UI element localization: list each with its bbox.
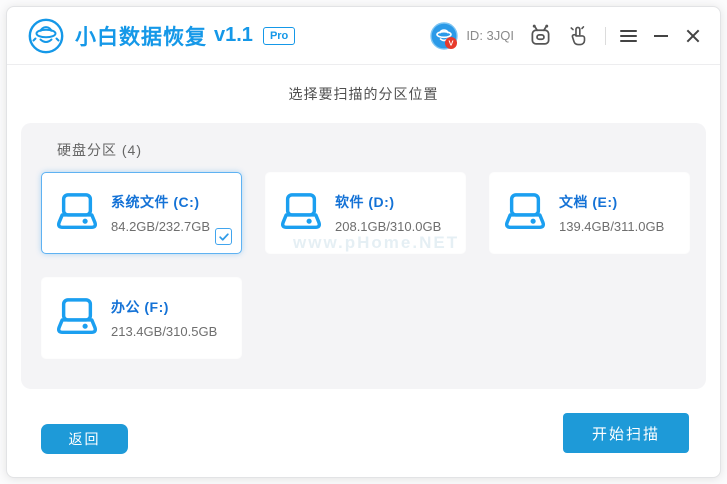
close-icon[interactable] xyxy=(686,29,700,43)
partition-card-d[interactable]: 软件 (D:) 208.1GB/310.0GB xyxy=(265,172,466,254)
app-title: 小白数据恢复 xyxy=(75,21,207,51)
titlebar-actions: V ID: 3JQI xyxy=(430,22,700,50)
hard-drive-icon xyxy=(55,297,99,339)
partition-size: 208.1GB/310.0GB xyxy=(335,219,441,234)
back-button[interactable]: 返回 xyxy=(41,424,128,454)
panel-title: 硬盘分区 (4) xyxy=(57,140,142,160)
avatar-robot-icon: V xyxy=(430,22,458,50)
app-logo-icon xyxy=(27,17,65,55)
user-id-label: ID: 3JQI xyxy=(466,28,514,43)
partition-checkbox[interactable] xyxy=(215,228,232,245)
partition-card-c[interactable]: 系统文件 (C:) 84.2GB/232.7GB xyxy=(41,172,242,254)
robot-assistant-icon[interactable] xyxy=(528,23,553,48)
partition-size: 139.4GB/311.0GB xyxy=(559,219,664,234)
partition-name: 系统文件 (C:) xyxy=(111,192,210,212)
hard-drive-icon xyxy=(503,192,547,234)
start-scan-button[interactable]: 开始扫描 xyxy=(563,413,689,453)
partition-name: 软件 (D:) xyxy=(335,192,441,212)
touch-hand-icon[interactable] xyxy=(566,24,589,47)
page-title: 选择要扫描的分区位置 xyxy=(7,84,720,104)
partitions-panel: 硬盘分区 (4) 系统文件 (C:) 84.2GB/232.7GB xyxy=(21,123,706,389)
titlebar: 小白数据恢复 v1.1 Pro V ID: 3JQI xyxy=(7,7,720,65)
partition-card-e[interactable]: 文档 (E:) 139.4GB/311.0GB xyxy=(489,172,690,254)
screen: 小白数据恢复 v1.1 Pro V ID: 3JQI xyxy=(0,0,727,484)
partition-name: 办公 (F:) xyxy=(111,297,217,317)
app-window: 小白数据恢复 v1.1 Pro V ID: 3JQI xyxy=(6,6,721,478)
app-version: v1.1 xyxy=(214,24,253,47)
partition-name: 文档 (E:) xyxy=(559,192,664,212)
hard-drive-icon xyxy=(55,192,99,234)
menu-icon[interactable] xyxy=(620,27,637,45)
hard-drive-icon xyxy=(279,192,323,234)
partition-card-f[interactable]: 办公 (F:) 213.4GB/310.5GB xyxy=(41,277,242,359)
minimize-icon[interactable] xyxy=(654,35,668,37)
partition-size: 213.4GB/310.5GB xyxy=(111,324,217,339)
titlebar-divider xyxy=(605,27,606,45)
partition-size: 84.2GB/232.7GB xyxy=(111,219,210,234)
svg-text:V: V xyxy=(449,38,454,47)
pro-badge: Pro xyxy=(263,27,295,45)
user-avatar[interactable]: V xyxy=(430,22,458,50)
